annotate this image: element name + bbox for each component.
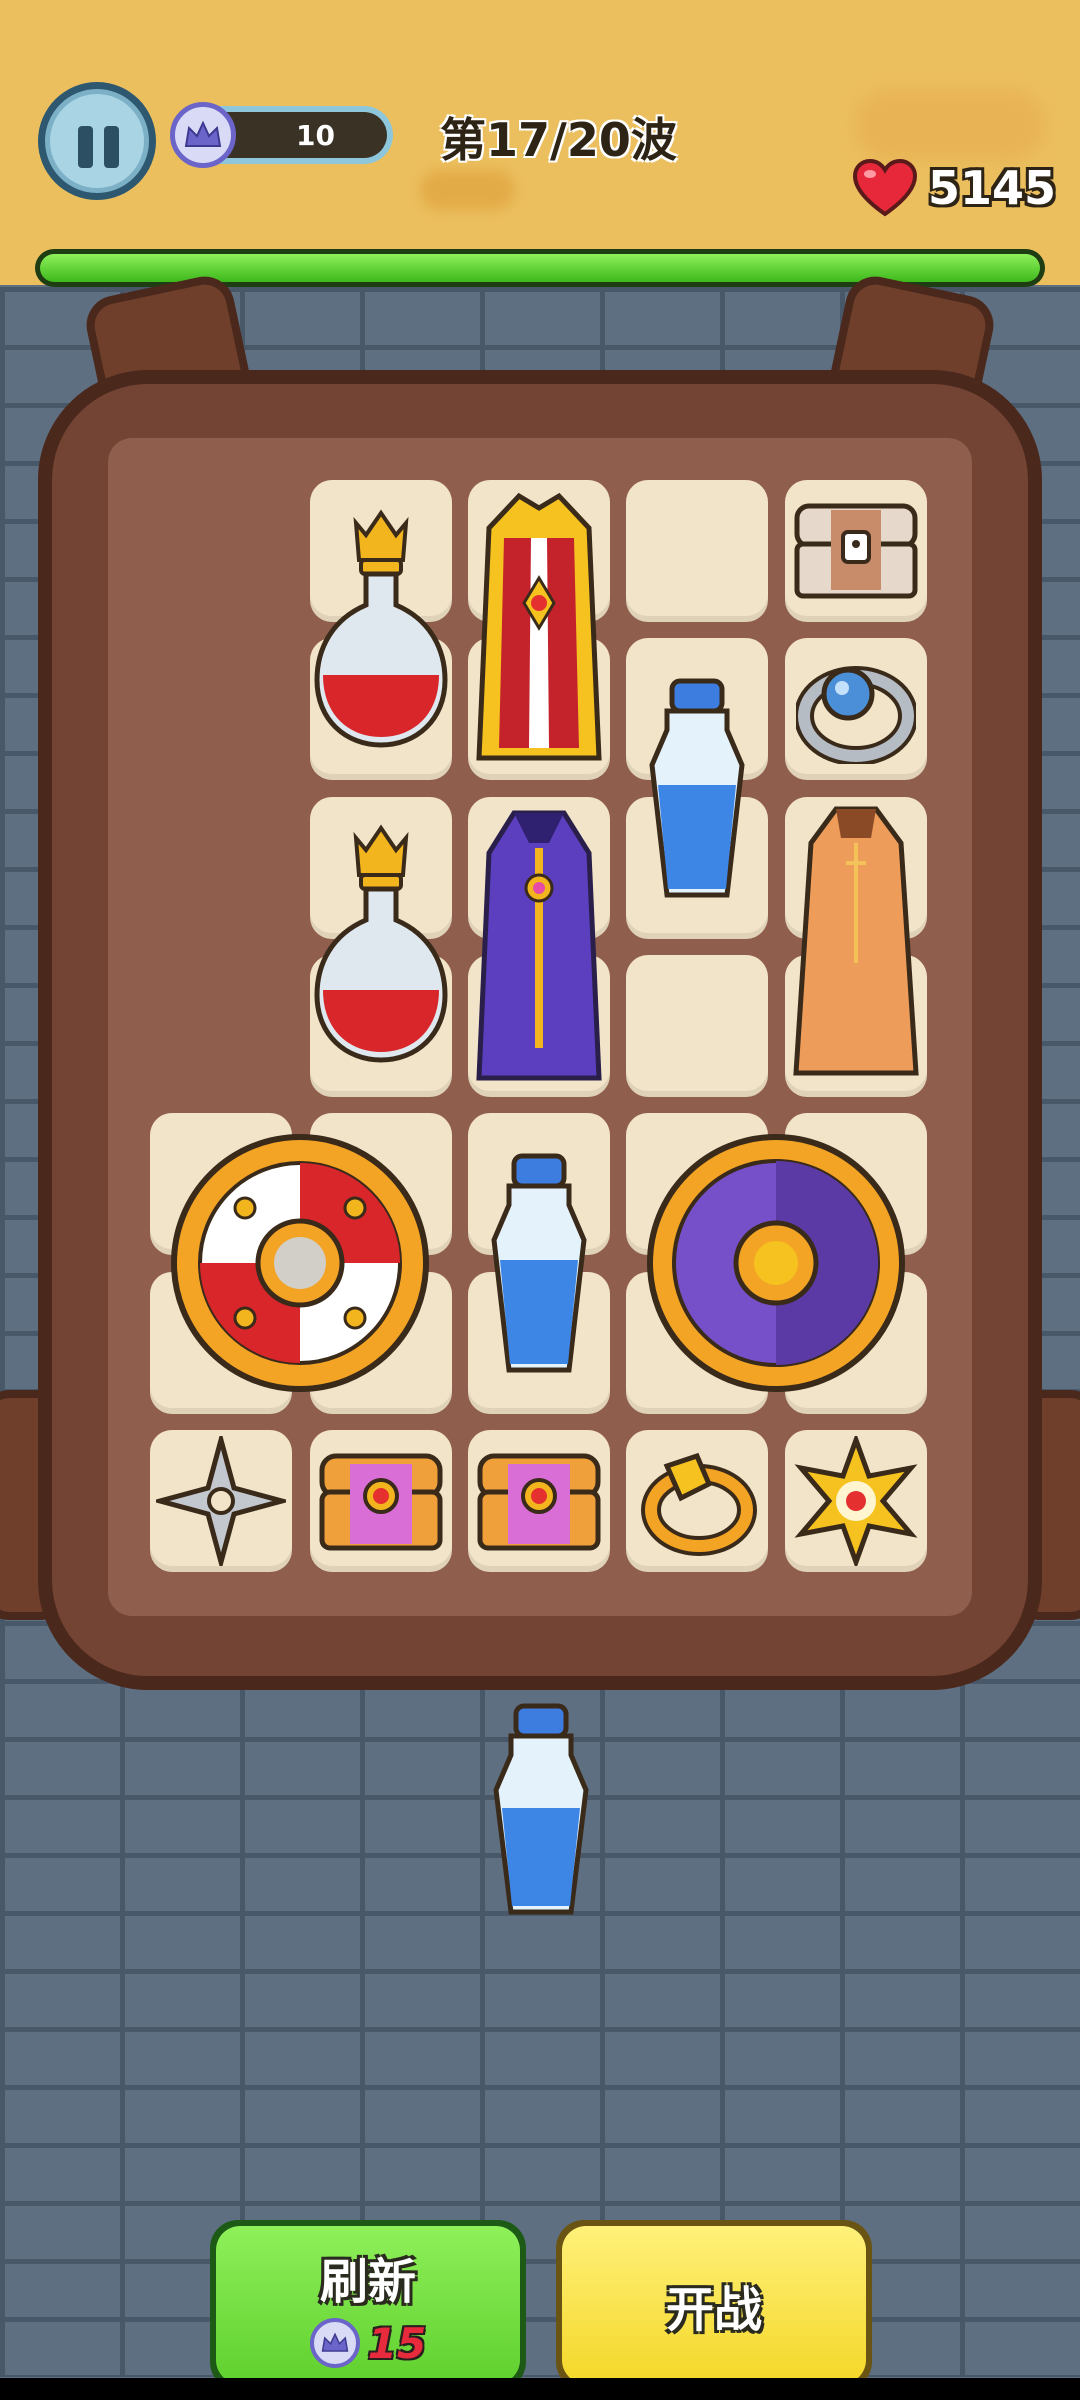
orange-cloak-icon[interactable] bbox=[785, 800, 927, 1090]
held-blue-potion-icon[interactable] bbox=[478, 1700, 603, 1920]
gold-ring-icon[interactable] bbox=[626, 1430, 768, 1572]
heart-icon bbox=[852, 158, 918, 217]
pause-button[interactable] bbox=[38, 82, 156, 200]
golden-robe-icon[interactable] bbox=[468, 485, 610, 775]
refresh-button[interactable]: 刷新 15 bbox=[210, 2220, 526, 2390]
gem-count: 10 bbox=[296, 118, 335, 152]
purple-cloak-icon[interactable] bbox=[468, 800, 610, 1090]
start-battle-button[interactable]: 开战 bbox=[556, 2220, 872, 2390]
crown-gem-icon bbox=[309, 2318, 360, 2368]
crown-gem-icon bbox=[170, 102, 236, 168]
blurred-region bbox=[420, 170, 515, 210]
treasure-chest-icon[interactable] bbox=[785, 480, 927, 622]
wave-progress-fill bbox=[40, 254, 1040, 282]
blue-gem-ring-icon[interactable] bbox=[785, 638, 927, 780]
red-potion-icon[interactable] bbox=[310, 815, 452, 1075]
refresh-cost: 15 bbox=[309, 2318, 427, 2368]
pause-icon bbox=[104, 126, 119, 168]
pink-chest-icon[interactable] bbox=[310, 1430, 452, 1572]
grid-cell[interactable] bbox=[626, 480, 768, 622]
refresh-label: 刷新 bbox=[319, 2254, 416, 2310]
grid-cell[interactable] bbox=[626, 955, 768, 1097]
red-potion-icon[interactable] bbox=[310, 500, 452, 760]
blurred-region bbox=[855, 90, 1045, 160]
navigation-bar bbox=[0, 2378, 1080, 2400]
pink-chest-icon[interactable] bbox=[468, 1430, 610, 1572]
health-display: 5145 bbox=[852, 158, 1056, 218]
start-battle-label: 开战 bbox=[665, 2282, 762, 2338]
red-white-shield-icon[interactable] bbox=[150, 1113, 450, 1413]
hp-value: 5145 bbox=[928, 161, 1057, 215]
shuriken-icon[interactable] bbox=[150, 1430, 292, 1572]
blue-potion-icon[interactable] bbox=[626, 670, 768, 910]
refresh-cost-value: 15 bbox=[367, 2318, 427, 2368]
blue-potion-icon[interactable] bbox=[468, 1145, 610, 1385]
purple-shield-icon[interactable] bbox=[626, 1113, 926, 1413]
gold-star-icon[interactable] bbox=[785, 1430, 927, 1572]
pause-icon bbox=[78, 126, 93, 168]
wave-indicator: 第17/20波 bbox=[440, 113, 677, 167]
